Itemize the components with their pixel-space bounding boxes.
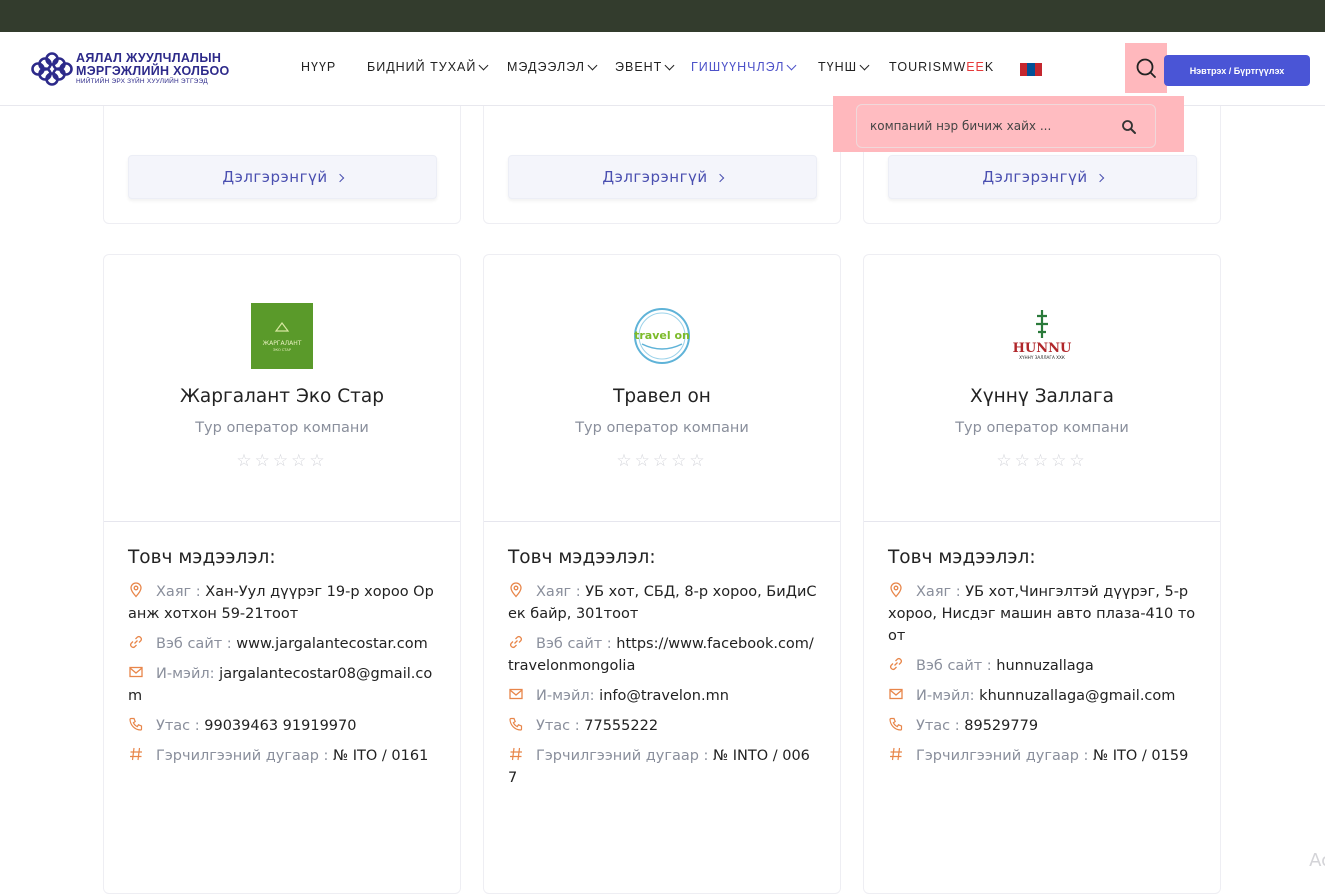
certificate-row: Гэрчилгээний дугаар : № ITO / 0159 [888,745,1198,767]
chevron-right-icon [715,173,724,183]
svg-text:ЭКО СТАР: ЭКО СТАР [273,348,291,352]
search-icon [1136,58,1156,78]
website-row: Вэб сайт : hunnuzallaga [888,655,1198,677]
company-card: ЖАРГАЛАНТ ЭКО СТАР Жаргалант Эко Стар Ту… [103,254,461,894]
hash-icon [890,747,902,761]
company-card: HUNNU ХҮННҮ ЗАЛЛАГА ХХК Хүннү Заллага Ту… [863,254,1221,894]
language-flag-icon[interactable] [1020,63,1042,76]
email-link[interactable]: khunnuzallaga@gmail.com [979,688,1175,704]
email-link[interactable]: info@travelon.mn [599,688,729,704]
svg-text:travel on: travel on [634,329,690,342]
chevron-down-icon [478,60,489,70]
search-box [856,104,1156,148]
svg-text:ЖАРГАЛАНТ: ЖАРГАЛАНТ [263,340,302,347]
location-pin-icon [510,582,522,598]
email-row: И-мэйл: khunnuzallaga@gmail.com [888,685,1198,707]
rating-stars: ☆☆☆☆☆ [616,451,708,471]
mail-icon [509,688,523,700]
search-popup [833,96,1184,152]
company-card: travel on Травел он Тур оператор компани… [483,254,841,894]
company-type: Тур оператор компани [195,420,369,436]
logo-line-3: НИЙТИЙН ЭРХ ЗҮЙН ХУУЛИЙН ЭТГЭЭД [76,78,208,86]
svg-text:ХҮННҮ ЗАЛЛАГА ХХК: ХҮННҮ ЗАЛЛАГА ХХК [1019,355,1065,360]
site-logo[interactable]: АЯЛАЛ ЖУУЛЧЛАЛЫН МЭРГЭЖЛИЙН ХОЛБОО НИЙТИ… [30,50,230,88]
company-name[interactable]: Хүннү Заллага [864,386,1220,407]
company-search-input[interactable] [870,119,1120,133]
phone-row: Утас : 77555222 [508,715,818,737]
link-icon [510,636,522,648]
info-title: Товч мэдээлэл: [508,547,656,568]
company-name[interactable]: Жаргалант Эко Стар [104,386,460,407]
details-button[interactable]: Дэлгэрэнгүй [508,155,817,199]
hash-icon [510,747,522,761]
svg-text:HUNNU: HUNNU [1013,341,1072,356]
website-row: Вэб сайт : www.jargalantecostar.com [128,633,438,655]
company-type: Тур оператор компани [955,420,1129,436]
nav-item-home[interactable]: НҮҮР [301,60,336,74]
site-header: АЯЛАЛ ЖУУЛЧЛАЛЫН МЭРГЭЖЛИЙН ХОЛБОО НИЙТИ… [0,32,1325,106]
nav-item-news[interactable]: МЭДЭЭЛЭЛ [507,60,598,74]
company-type: Тур оператор компани [575,420,749,436]
search-button[interactable] [1125,43,1167,93]
chevron-down-icon [787,60,797,70]
phone-icon [889,717,903,731]
corner-watermark-text: Ac [1309,850,1325,871]
chevron-right-icon [335,173,344,183]
company-name[interactable]: Травел он [484,386,840,407]
info-title: Товч мэдээлэл: [888,547,1036,568]
company-logo[interactable]: travel on [630,303,694,369]
phone-row: Утас : 89529779 [888,715,1198,737]
location-pin-icon [130,582,142,598]
mail-icon [889,688,903,700]
nav-item-about[interactable]: БИДНИЙ ТУХАЙ [367,60,489,74]
endless-knot-icon [31,52,73,86]
rating-stars: ☆☆☆☆☆ [236,451,328,471]
company-logo[interactable]: ЖАРГАЛАНТ ЭКО СТАР [251,303,313,369]
address-row: Хаяг : УБ хот, СБД, 8-р хороо, БиДиСек б… [508,582,817,622]
logo-line-2: МЭРГЭЖЛИЙН ХОЛБОО [76,63,230,78]
certificate-row: Гэрчилгээний дугаар : № ITO / 0161 [128,745,438,767]
mail-icon [129,666,143,678]
nav-item-partners[interactable]: ТҮНШ [818,60,870,74]
phone-icon [509,717,523,731]
nav-item-tourismweek[interactable]: TOURISMW EE K [889,60,994,74]
nav-item-membership[interactable]: ГИШҮҮНЧЛЭЛ [691,60,797,74]
chevron-down-icon [859,60,870,70]
website-row: Вэб сайт : https://www.facebook.com/trav… [508,636,814,674]
logo-line-1: АЯЛАЛ ЖУУЛЧЛАЛЫН [76,51,222,66]
hash-icon [130,747,142,761]
details-button[interactable]: Дэлгэрэнгүй [128,155,437,199]
email-row: И-мэйл: jargalantecostar08@gmail.com [128,666,433,704]
chevron-down-icon [587,60,598,70]
info-title: Товч мэдээлэл: [128,547,276,568]
chevron-down-icon [664,60,675,70]
website-link[interactable]: www.jargalantecostar.com [236,636,427,652]
rating-stars: ☆☆☆☆☆ [996,451,1088,471]
top-bar [0,0,1325,32]
address-row: Хаяг : УБ хот,Чингэлтэй дүүрэг, 5-р хоро… [888,582,1196,644]
location-pin-icon [890,582,902,598]
phone-icon [129,717,143,731]
website-link[interactable]: hunnuzallaga [996,658,1093,674]
details-button[interactable]: Дэлгэрэнгүй [888,155,1197,199]
address-row: Хаяг : Хан-Уул дүүрэг 19-р хороо Оранж х… [128,582,434,622]
link-icon [130,636,142,648]
nav-item-events[interactable]: ЭВЕНТ [615,60,675,74]
company-logo[interactable]: HUNNU ХҮННҮ ЗАЛЛАГА ХХК [1010,303,1074,369]
link-icon [890,658,902,670]
search-icon[interactable] [1121,119,1137,135]
chevron-right-icon [1095,173,1104,183]
email-row: И-мэйл: info@travelon.mn [508,685,818,707]
phone-row: Утас : 99039463 91919970 [128,715,438,737]
certificate-row: Гэрчилгээний дугаар : № INTO / 0067 [508,747,810,786]
login-register-button[interactable]: Нэвтрэх / Бүртгүүлэх [1164,55,1310,86]
